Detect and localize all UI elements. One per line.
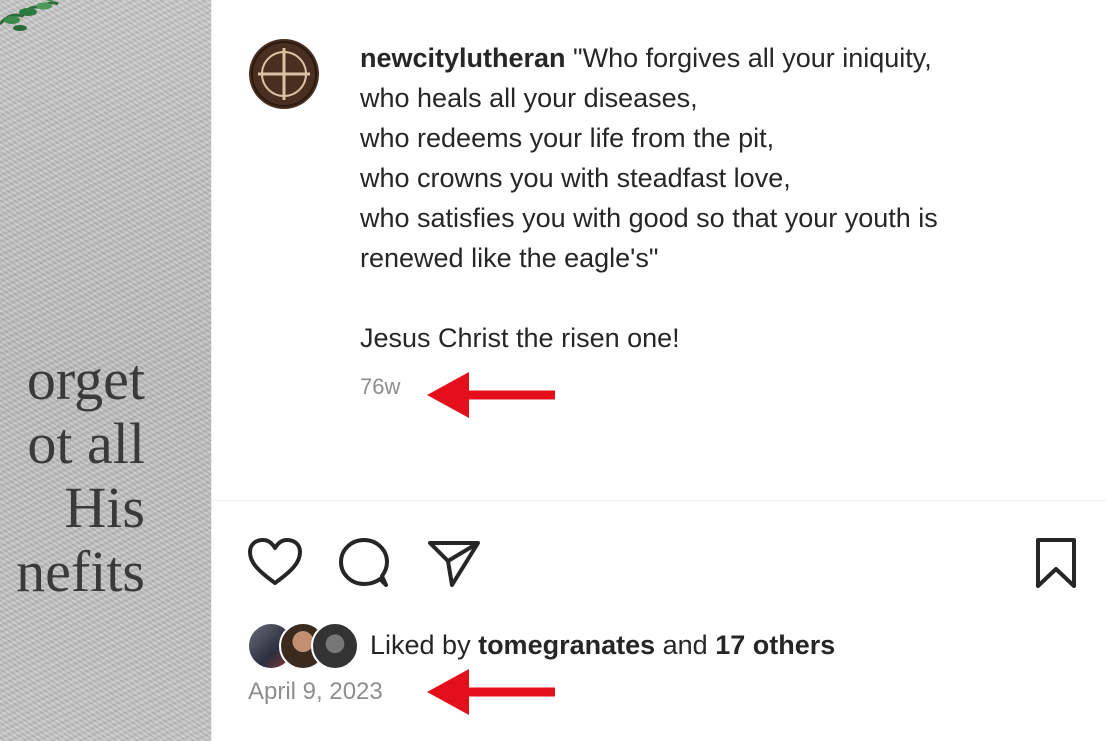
post-date[interactable]: April 9, 2023 — [248, 678, 383, 706]
panel-divider — [211, 0, 212, 741]
red-arrow-icon — [427, 669, 555, 715]
verse-line: ot all — [27, 411, 145, 476]
caption-line: who crowns you with steadfast love, — [360, 163, 791, 193]
verse-line: nefits — [16, 539, 145, 604]
heart-icon[interactable] — [247, 537, 303, 589]
post-image[interactable]: orget ot all His nefits — [0, 0, 211, 741]
verse-text: orget ot all His nefits — [16, 348, 145, 604]
verse-line: orget — [26, 347, 145, 412]
liked-by-prefix: Liked by — [370, 630, 479, 660]
post-age[interactable]: 76w — [360, 374, 400, 400]
paper-plane-icon[interactable] — [426, 537, 482, 589]
caption-footer: Jesus Christ the risen one! — [360, 323, 680, 353]
username-link[interactable]: newcitylutheran — [360, 43, 566, 73]
profile-avatar[interactable] — [248, 38, 320, 110]
caption-line: "Who forgives all your iniquity, — [565, 43, 932, 73]
caption-line: who heals all your diseases, — [360, 83, 698, 113]
bookmark-icon[interactable] — [1030, 537, 1082, 589]
liked-by-text: Liked by tomegranates and 17 others — [370, 630, 835, 661]
liked-by-user-link[interactable]: tomegranates — [478, 630, 655, 660]
caption-line: renewed like the eagle's" — [360, 243, 659, 273]
plant-decoration-icon — [0, 0, 59, 31]
comment-bubble-icon[interactable] — [336, 537, 392, 589]
liked-by-middle: and — [655, 630, 716, 660]
caption-first-line: newcitylutheran "Who forgives all your i… — [360, 38, 1080, 78]
caption-line: who redeems your life from the pit, — [360, 123, 775, 153]
avatar[interactable] — [311, 622, 359, 670]
section-divider — [212, 500, 1106, 501]
verse-line: His — [64, 475, 145, 540]
red-arrow-icon — [427, 372, 555, 418]
caption-line: who satisfies you with good so that your… — [360, 203, 938, 233]
liked-by-others-link[interactable]: 17 others — [715, 630, 835, 660]
post-caption: newcitylutheran "Who forgives all your i… — [360, 38, 1080, 358]
liker-avatars[interactable] — [247, 622, 367, 670]
